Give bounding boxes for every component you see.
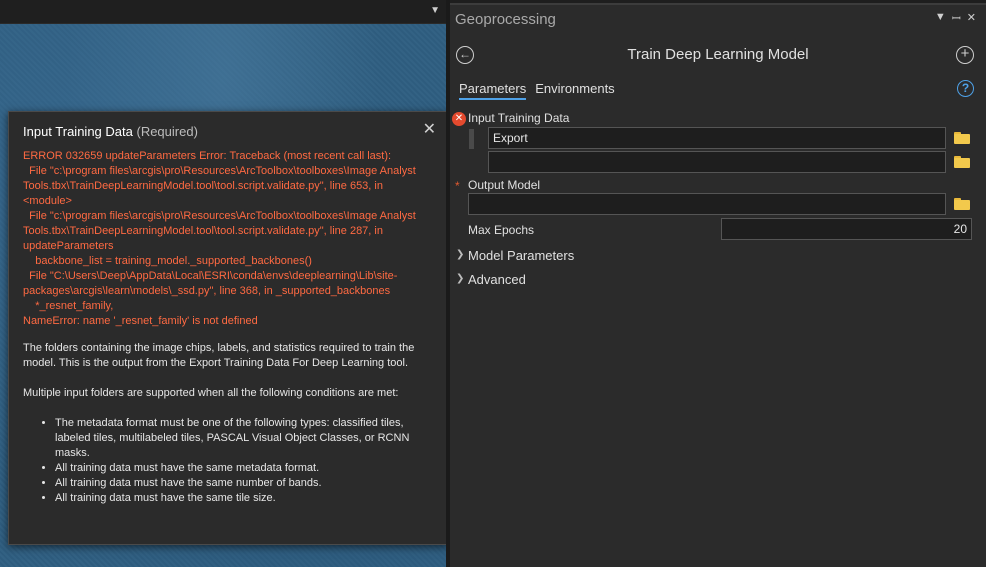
- map-dropdown-icon[interactable]: ▼: [430, 5, 440, 16]
- input-training-data-label: Input Training Data: [468, 111, 570, 125]
- add-icon[interactable]: +: [956, 46, 974, 64]
- parameter-help-popup: Input Training Data (Required) ✕ ERROR 0…: [8, 111, 449, 545]
- chevron-right-icon[interactable]: ❯: [456, 273, 464, 284]
- output-model-label: Output Model: [468, 178, 541, 192]
- app-root: ▼ Input Training Data (Required) ✕ ERROR…: [0, 0, 986, 567]
- tab-parameters[interactable]: Parameters: [459, 81, 527, 100]
- popup-required-text: (Required): [136, 124, 198, 139]
- max-epochs-field[interactable]: 20: [721, 218, 972, 240]
- pane-controls: ▼ ꟷ ✕: [935, 11, 976, 26]
- tool-title: Train Deep Learning Model: [627, 46, 809, 63]
- error-message: ERROR 032659 updateParameters Error: Tra…: [23, 150, 416, 327]
- multivalue-handle[interactable]: [469, 129, 474, 149]
- list-item: All training data must have the same met…: [55, 461, 434, 476]
- help-icon[interactable]: ?: [957, 80, 974, 97]
- list-item: The metadata format must be one of the f…: [55, 416, 434, 461]
- popup-title-text: Input Training Data: [23, 124, 133, 139]
- geoprocessing-pane: Geoprocessing ▼ ꟷ ✕ ← Train Deep Learnin…: [450, 3, 986, 567]
- pane-header: Geoprocessing ▼ ꟷ ✕: [450, 5, 986, 35]
- folder-icon[interactable]: [953, 131, 971, 145]
- pin-icon[interactable]: ꟷ: [952, 11, 961, 26]
- close-pane-icon[interactable]: ✕: [967, 11, 976, 26]
- popup-title: Input Training Data (Required): [23, 124, 434, 139]
- chevron-right-icon[interactable]: ❯: [456, 249, 464, 260]
- max-epochs-label: Max Epochs: [468, 223, 535, 237]
- required-star-icon: *: [455, 179, 460, 193]
- folder-icon[interactable]: [953, 197, 971, 211]
- input-training-data-field-2[interactable]: [488, 151, 946, 173]
- tab-environments[interactable]: Environments: [535, 81, 614, 100]
- error-icon[interactable]: ✕: [452, 112, 466, 126]
- conditions-list: The metadata format must be one of the f…: [23, 416, 434, 506]
- close-icon[interactable]: ✕: [423, 122, 436, 138]
- advanced-group[interactable]: Advanced: [468, 272, 526, 287]
- output-model-field[interactable]: [468, 193, 946, 215]
- map-tab-strip: ▼: [0, 0, 446, 24]
- pane-options-icon[interactable]: ▼: [935, 11, 946, 26]
- parameter-description-multi: Multiple input folders are supported whe…: [23, 387, 399, 399]
- input-training-data-field-1[interactable]: Export: [488, 127, 946, 149]
- parameter-description: The folders containing the image chips, …: [23, 342, 415, 369]
- list-item: All training data must have the same til…: [55, 491, 434, 506]
- list-item: All training data must have the same num…: [55, 476, 434, 491]
- pane-title: Geoprocessing: [455, 11, 556, 28]
- model-parameters-group[interactable]: Model Parameters: [468, 248, 574, 263]
- folder-icon[interactable]: [953, 155, 971, 169]
- tab-bar: Parameters Environments: [459, 81, 615, 100]
- tool-header: ← Train Deep Learning Model +: [450, 43, 986, 71]
